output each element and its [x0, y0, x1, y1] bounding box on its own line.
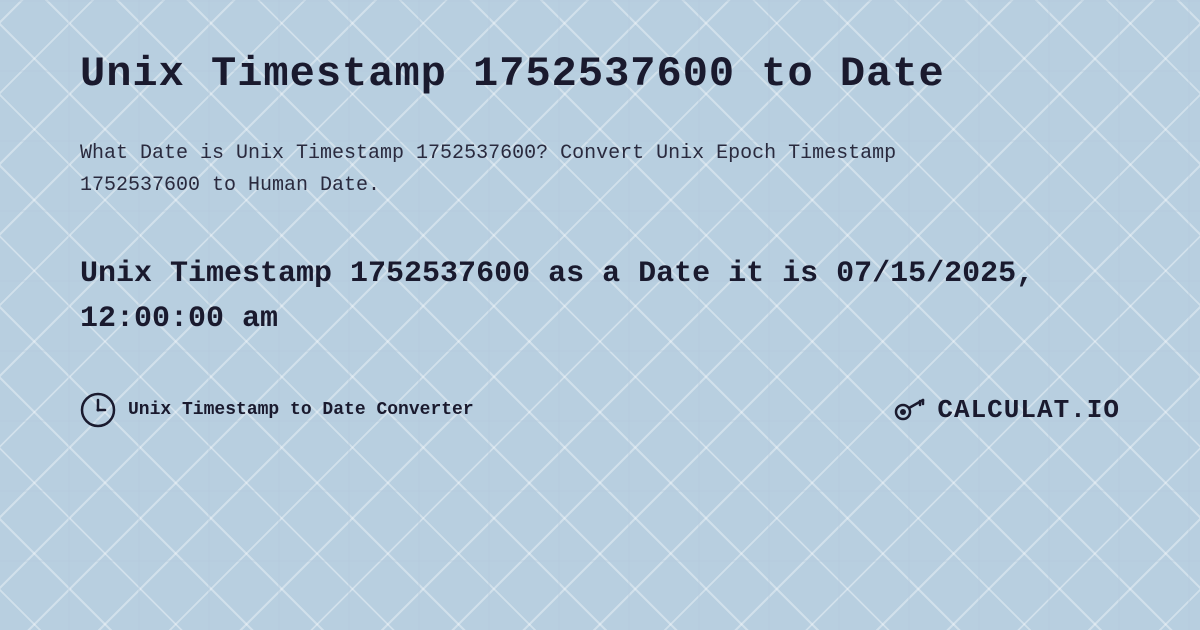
description-text: What Date is Unix Timestamp 1752537600? …	[80, 138, 980, 202]
result-section: Unix Timestamp 1752537600 as a Date it i…	[80, 252, 1120, 342]
clock-icon	[80, 392, 116, 428]
footer: Unix Timestamp to Date Converter CALCULA…	[80, 392, 1120, 428]
calculat-icon	[893, 392, 929, 428]
footer-left: Unix Timestamp to Date Converter	[80, 392, 474, 428]
footer-label: Unix Timestamp to Date Converter	[128, 400, 474, 420]
result-text: Unix Timestamp 1752537600 as a Date it i…	[80, 252, 1120, 342]
page-title: Unix Timestamp 1752537600 to Date	[80, 50, 1120, 98]
main-content: Unix Timestamp 1752537600 to Date What D…	[0, 0, 1200, 468]
logo-area: CALCULAT.IO	[893, 392, 1120, 428]
logo-text: CALCULAT.IO	[937, 395, 1120, 425]
